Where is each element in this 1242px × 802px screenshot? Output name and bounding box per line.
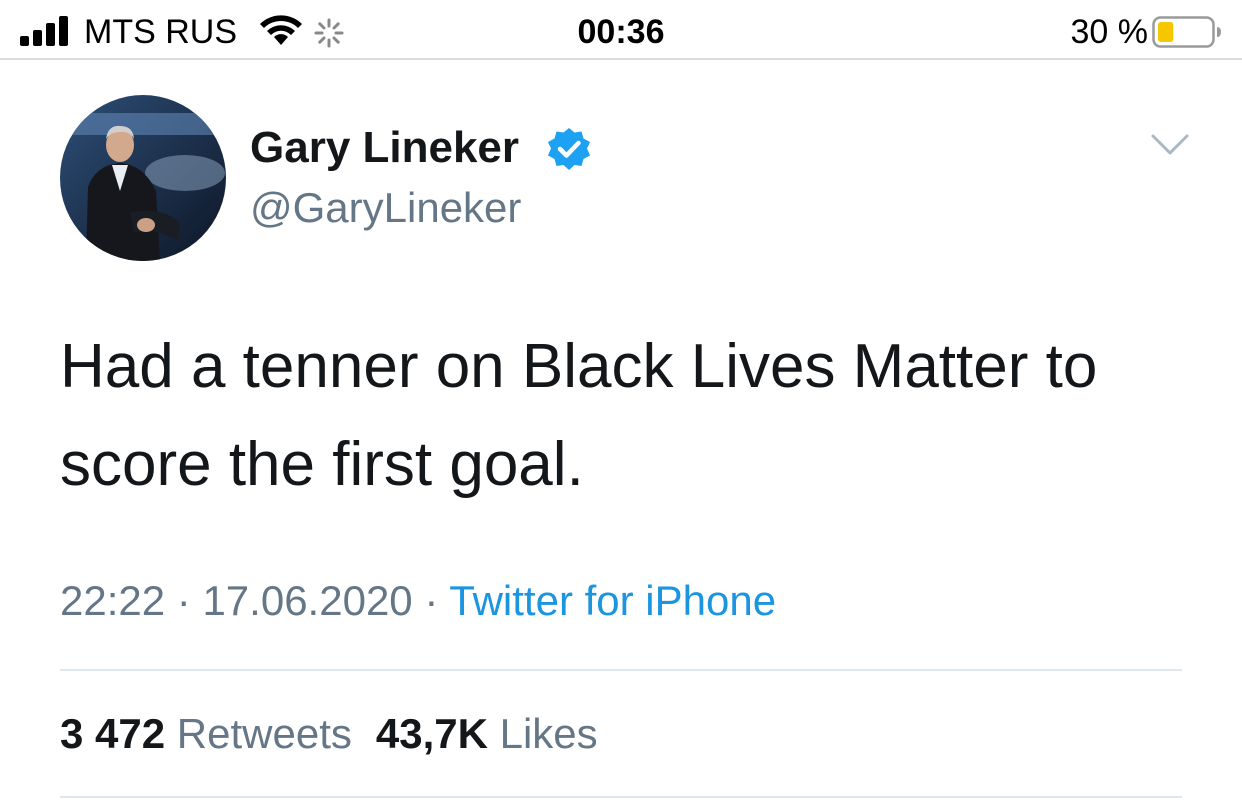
author-avatar[interactable] — [60, 95, 226, 261]
battery-icon — [1152, 16, 1221, 48]
tweet-text: Had a tenner on Black Lives Matter to sc… — [60, 332, 1098, 499]
retweets-stat[interactable]: 3 472 Retweets — [60, 710, 352, 757]
tweet-meta: 22:22 · 17.06.2020 · Twitter for iPhone — [60, 574, 776, 628]
status-time: 00:36 — [577, 13, 665, 51]
likes-stat[interactable]: 43,7K Likes — [376, 710, 598, 757]
author-handle[interactable]: @GaryLineker — [250, 182, 521, 234]
likes-count: 43,7K — [375, 710, 488, 757]
chevron-down-icon[interactable] — [1150, 132, 1190, 158]
tweet-date: 17.06.2020 — [202, 577, 413, 624]
retweets-count: 3 472 — [60, 710, 166, 757]
battery-percentage: 30 % — [1070, 13, 1149, 51]
carrier-name: MTS RUS — [84, 13, 237, 51]
meta-separator: · — [424, 577, 439, 624]
status-bar: MTS RUS 00:36 30 % — [0, 0, 1242, 60]
meta-separator: · — [176, 577, 191, 624]
verified-badge-icon — [548, 128, 590, 170]
tweet-stats: 3 472 Retweets 43,7K Likes — [60, 706, 598, 762]
tweet-source-link[interactable]: Twitter for iPhone — [449, 577, 776, 624]
divider — [60, 796, 1182, 798]
activity-spinner-icon — [314, 18, 344, 48]
avatar-photo — [60, 95, 226, 261]
likes-label: Likes — [499, 710, 598, 757]
divider — [60, 669, 1182, 671]
wifi-icon — [260, 15, 302, 45]
tweet-time: 22:22 — [60, 577, 166, 624]
cellular-signal-icon — [20, 16, 68, 46]
author-display-name[interactable]: Gary Lineker — [250, 122, 519, 174]
retweets-label: Retweets — [176, 710, 352, 757]
tweet-screen: MTS RUS 00:36 30 % Gary Lineker @GaryLin… — [0, 0, 1242, 802]
